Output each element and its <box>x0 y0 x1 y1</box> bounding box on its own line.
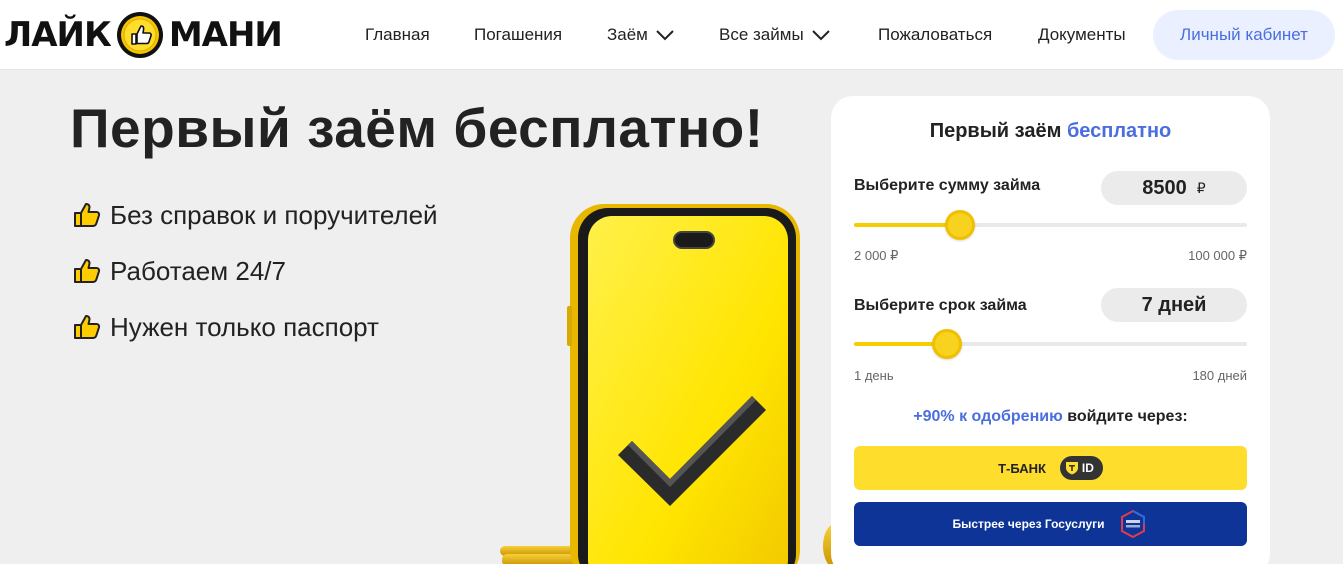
gosuslugi-logo-icon <box>1120 509 1145 539</box>
tbank-login-button[interactable]: Т-БАНК ID <box>854 446 1247 490</box>
nav-item-documents[interactable]: Документы <box>1038 0 1126 70</box>
calculator-title: Первый заём бесплатно <box>831 120 1270 143</box>
feature-label: Нужен только паспорт <box>110 311 379 342</box>
tbank-shield-icon <box>1065 462 1078 475</box>
term-value-field[interactable]: 7 дней <box>1101 288 1247 322</box>
term-value: 7 дней <box>1141 293 1207 316</box>
term-max: 180 дней <box>1192 368 1247 383</box>
feature-label: Работаем 24/7 <box>110 255 286 286</box>
gosuslugi-login-button[interactable]: Быстрее через Госуслуги <box>854 502 1247 546</box>
calculator-title-prefix: Первый заём <box>929 120 1062 142</box>
nav-item-loan[interactable]: Заём <box>607 0 675 70</box>
nav-item-repayments[interactable]: Погашения <box>474 0 562 70</box>
feature-list: Без справок и поручителей Работаем 24/7 … <box>72 198 438 366</box>
feature-item: Работаем 24/7 <box>72 254 438 288</box>
approval-accent: +90% к одобрению <box>913 408 1063 425</box>
tbank-id-text: ID <box>1081 461 1094 475</box>
nav-item-all-loans[interactable]: Все займы <box>719 0 831 70</box>
loan-calculator-card: Первый заём бесплатно Выберите сумму зай… <box>831 96 1270 564</box>
approval-text: +90% к одобрению войдите через: <box>831 408 1270 426</box>
term-slider[interactable] <box>854 329 1247 359</box>
nav-item-loan-label: Заём <box>607 25 648 44</box>
feature-item: Без справок и поручителей <box>72 198 438 232</box>
thumbs-up-icon <box>74 259 101 283</box>
amount-value-field[interactable]: 8500 ₽ <box>1101 171 1247 205</box>
gosuslugi-label: Быстрее через Госуслуги <box>952 517 1105 531</box>
amount-label: Выберите сумму займа <box>854 177 1041 194</box>
logo-text-left: ЛАЙК <box>4 15 112 55</box>
tbank-id-badge: ID <box>1059 456 1103 480</box>
chevron-down-icon <box>811 30 830 41</box>
amount-max: 100 000 ₽ <box>1188 248 1247 263</box>
logo-text-right: МАНИ <box>168 15 283 55</box>
thumbs-up-icon <box>74 203 101 227</box>
term-min: 1 день <box>854 368 894 383</box>
nav-item-complaint[interactable]: Пожаловаться <box>878 0 992 70</box>
currency-sign: ₽ <box>1196 179 1206 196</box>
site-header: ЛАЙК МАНИ Главная Погашения Заём Все зай… <box>0 0 1343 70</box>
calculator-title-accent: бесплатно <box>1066 120 1172 142</box>
amount-min: 2 000 ₽ <box>854 248 899 263</box>
thumbs-up-icon <box>74 315 101 339</box>
amount-slider-handle[interactable] <box>945 210 975 240</box>
hero-title: Первый заём бесплатно! <box>70 97 764 159</box>
amount-slider[interactable] <box>854 210 1247 240</box>
chevron-down-icon <box>656 30 674 41</box>
brand-logo[interactable]: ЛАЙК МАНИ <box>4 12 283 58</box>
coin-thumbs-up-icon <box>116 12 163 58</box>
amount-value: 8500 <box>1142 176 1187 199</box>
feature-item: Нужен только паспорт <box>72 310 438 344</box>
term-label: Выберите срок займа <box>854 297 1027 314</box>
term-slider-handle[interactable] <box>932 329 962 359</box>
tbank-label: Т-БАНК <box>998 460 1046 476</box>
approval-rest: войдите через: <box>1067 408 1188 425</box>
feature-label: Без справок и поручителей <box>110 199 438 230</box>
personal-cabinet-button[interactable]: Личный кабинет <box>1153 10 1335 60</box>
nav-item-home[interactable]: Главная <box>365 0 430 70</box>
nav-item-all-loans-label: Все займы <box>719 25 804 44</box>
phone-checkmark-illustration <box>500 204 840 564</box>
